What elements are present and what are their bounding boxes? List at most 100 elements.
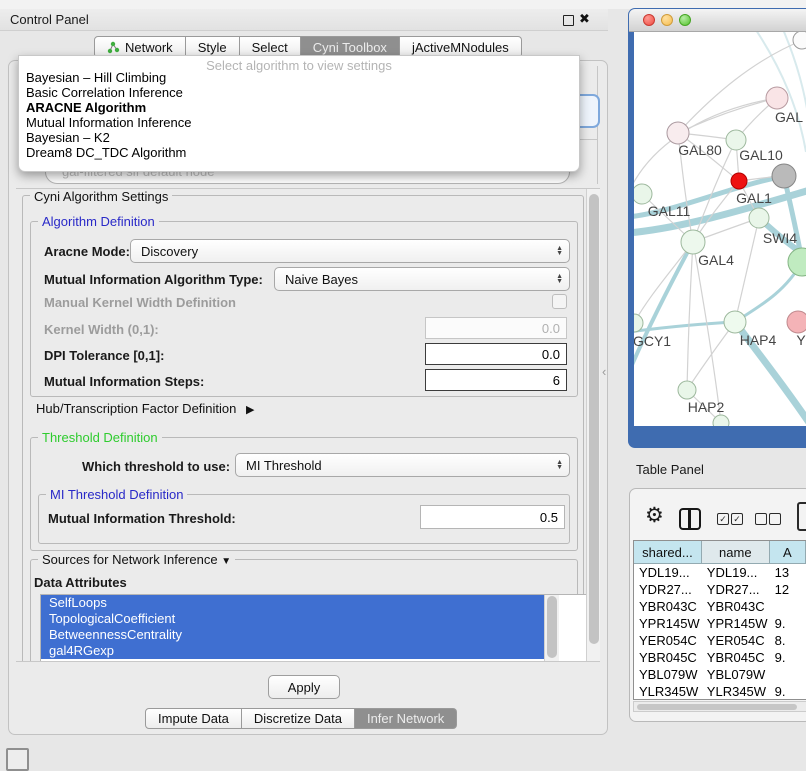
minimize-window-icon[interactable]	[661, 14, 673, 26]
network-canvas[interactable]: GALGAL80GAL10GAL1SWI4GAL11GAL4GCY1HAP4YH…	[634, 32, 806, 426]
attributes-scrollbar[interactable]	[544, 595, 559, 661]
tab-network-label: Network	[125, 40, 173, 55]
which-threshold-label: Which threshold to use:	[82, 459, 230, 474]
data-attribute-item[interactable]: SelfLoops	[41, 595, 545, 611]
network-edge	[693, 242, 721, 423]
which-threshold-combo[interactable]: MI Threshold ▲▼	[235, 453, 570, 477]
node-corner[interactable]	[793, 32, 806, 49]
column-header[interactable]: A	[770, 541, 806, 563]
data-attribute-item[interactable]: TopologicalCoefficient	[41, 611, 545, 627]
table-cell: YBL079W	[702, 666, 770, 683]
algorithm-option[interactable]: Bayesian – K2	[19, 130, 579, 145]
table-mode-icon[interactable]	[797, 502, 806, 531]
node-gal11[interactable]	[634, 184, 652, 204]
dpi-tolerance-field[interactable]: 0.0	[425, 343, 567, 365]
settings-group-title: Cyni Algorithm Settings	[30, 189, 172, 204]
algorithm-definition-title: Algorithm Definition	[38, 214, 159, 229]
node-gal4[interactable]	[681, 230, 705, 254]
column-header[interactable]: name	[702, 541, 770, 563]
table-row[interactable]: YPR145WYPR145W9.	[634, 615, 806, 632]
table-cell: YDL19...	[702, 564, 770, 581]
table-row[interactable]: YDR27...YDR27...12	[634, 581, 806, 598]
table-row[interactable]: YBR043CYBR043C	[634, 598, 806, 615]
algorithm-option[interactable]: Mutual Information Inference	[19, 115, 579, 130]
algorithm-option[interactable]: Bayesian – Hill Climbing	[19, 70, 579, 85]
node-pink-top[interactable]	[766, 87, 788, 109]
node-table[interactable]: shared...nameA YDL19...YDL19...13YDR27..…	[633, 540, 806, 700]
node-bottom[interactable]	[713, 415, 729, 426]
tab-impute-data[interactable]: Impute Data	[145, 708, 242, 729]
checked-checkbox-icon[interactable]: ✓	[731, 513, 743, 525]
table-row[interactable]: YER054CYER054C8.	[634, 632, 806, 649]
node-gal1[interactable]	[731, 173, 747, 189]
aracne-mode-combo[interactable]: Discovery ▲▼	[130, 239, 570, 263]
node-gal1-label: GAL1	[736, 190, 772, 206]
node-hap2-label: HAP2	[688, 399, 725, 415]
algorithm-option[interactable]: Basic Correlation Inference	[19, 85, 579, 100]
node-gal4-label: GAL4	[698, 252, 734, 268]
algorithm-dropdown-popup: Select algorithm to view settings Bayesi…	[18, 55, 580, 172]
table-cell: YPR145W	[634, 615, 702, 632]
data-attribute-item[interactable]: BetweennessCentrality	[41, 627, 545, 643]
algorithm-option[interactable]: Dream8 DC_TDC Algorithm	[19, 145, 579, 160]
table-cell: YER054C	[702, 632, 770, 649]
network-window-titlebar[interactable]	[629, 9, 806, 32]
data-attribute-item[interactable]: gal4RGexp	[41, 643, 545, 659]
table-body: YDL19...YDL19...13YDR27...YDR27...12YBR0…	[634, 564, 806, 700]
zoom-window-icon[interactable]	[679, 14, 691, 26]
node-big-green[interactable]	[788, 248, 806, 276]
mi-steps-field[interactable]: 6	[425, 369, 567, 391]
checked-checkbox-icon[interactable]: ✓	[717, 513, 729, 525]
unchecked-checkbox-icon[interactable]	[769, 513, 781, 525]
node-pink-top-label: GAL	[775, 109, 803, 125]
network-edge	[678, 98, 777, 133]
mi-threshold-field[interactable]: 0.5	[420, 505, 565, 529]
table-cell: 9.	[770, 683, 806, 700]
docked-panel-icon[interactable]	[6, 748, 29, 771]
table-row[interactable]: YDL19...YDL19...13	[634, 564, 806, 581]
settings-scrollbar[interactable]	[586, 189, 600, 661]
table-row[interactable]: YBR045CYBR045C9.	[634, 649, 806, 666]
node-gcy1-label: GCY1	[634, 333, 671, 349]
node-hap4[interactable]	[724, 311, 746, 333]
node-hap4-label: HAP4	[740, 332, 777, 348]
combo-arrows-icon: ▲▼	[556, 246, 563, 256]
hidden-groupbox-edge2	[578, 139, 598, 140]
kernel-width-field: 0.0	[425, 317, 567, 339]
data-attributes-list: SelfLoopsTopologicalCoefficientBetweenne…	[40, 594, 594, 662]
close-panel-icon[interactable]: ✖	[579, 11, 590, 27]
node-gal11-label: GAL11	[648, 203, 691, 219]
table-cell	[770, 666, 806, 683]
hub-definition-toggle[interactable]: Hub/Transcription Factor Definition ▶	[36, 401, 254, 416]
mi-type-combo[interactable]: Naive Bayes ▲▼	[274, 267, 570, 291]
table-cell: YPR145W	[702, 615, 770, 632]
tab-discretize-data[interactable]: Discretize Data	[242, 708, 355, 729]
network-edge	[687, 242, 693, 390]
table-hscrollbar[interactable]	[633, 701, 806, 712]
node-pink-right[interactable]	[787, 311, 806, 333]
column-header[interactable]: shared...	[634, 541, 702, 563]
gear-icon[interactable]: ⚙	[645, 503, 664, 528]
split-columns-icon[interactable]	[679, 508, 701, 530]
algorithm-option[interactable]: ARACNE Algorithm	[19, 100, 579, 115]
table-row[interactable]: YLR345WYLR345W9.	[634, 683, 806, 700]
table-row[interactable]: YBL079WYBL079W	[634, 666, 806, 683]
node-gray[interactable]	[772, 164, 796, 188]
table-cell: YLR345W	[702, 683, 770, 700]
splitter-collapse-icon[interactable]: ‹	[602, 364, 606, 379]
table-cell: YBR043C	[634, 598, 702, 615]
bottom-tabs: Impute Data Discretize Data Infer Networ…	[145, 708, 457, 729]
node-gal80[interactable]	[667, 122, 689, 144]
mi-threshold-group-title: MI Threshold Definition	[46, 487, 187, 502]
table-panel-title: Table Panel	[636, 462, 704, 477]
apply-button[interactable]: Apply	[268, 675, 340, 699]
table-cell: YER054C	[634, 632, 702, 649]
settings-scroll-viewport: Cyni Algorithm Settings Algorithm Defini…	[16, 188, 600, 662]
close-window-icon[interactable]	[643, 14, 655, 26]
node-hap2[interactable]	[678, 381, 696, 399]
unchecked-checkbox-icon[interactable]	[755, 513, 767, 525]
sources-group-title[interactable]: Sources for Network Inference ▼	[38, 552, 235, 567]
tab-infer-network[interactable]: Infer Network	[355, 708, 457, 729]
float-panel-icon[interactable]	[563, 15, 574, 26]
node-swi4[interactable]	[749, 208, 769, 228]
